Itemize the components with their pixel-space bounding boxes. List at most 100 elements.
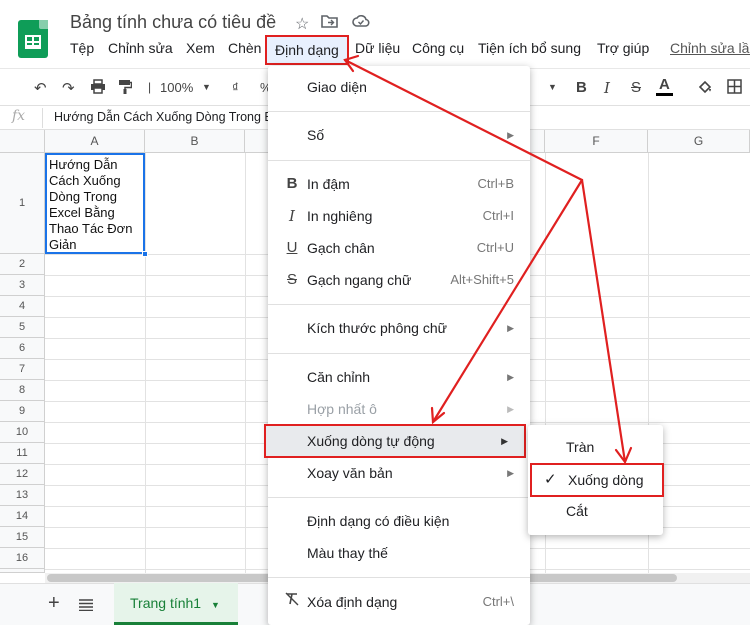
cell-a1-line: Dòng Trong [49, 189, 117, 204]
italic-icon: I [289, 207, 295, 225]
cell-a1[interactable]: Hướng Dẫn Cách Xuống Dòng Trong Excel Bằ… [45, 153, 145, 254]
submenu-item-label: Cắt [566, 503, 588, 519]
fx-label: fx [12, 108, 26, 124]
document-title[interactable]: Bảng tính chưa có tiêu đề [70, 12, 276, 33]
submenu-item-label: Xuống dòng [568, 472, 644, 488]
menu-item-label: Hợp nhất ô [307, 401, 377, 417]
row-header-4[interactable]: 4 [0, 296, 45, 317]
zoom-dropdown-icon[interactable]: ▼ [202, 82, 211, 92]
menu-item-theme[interactable]: Giao diện [268, 72, 530, 102]
add-sheet-icon[interactable]: + [48, 592, 60, 615]
check-icon: ✓ [544, 471, 557, 488]
sheet-tab-label: Trang tính1 [130, 595, 202, 611]
menu-edit[interactable]: Chỉnh sửa [108, 40, 173, 56]
menu-item-shortcut: Ctrl+\ [482, 594, 514, 609]
row-header-9[interactable]: 9 [0, 401, 45, 422]
borders-icon[interactable] [727, 79, 742, 98]
submenu-item-wrap[interactable]: ✓ Xuống dòng [530, 463, 664, 497]
row-header-10[interactable]: 10 [0, 422, 45, 443]
sheet-tab-dropdown-icon[interactable]: ▼ [211, 600, 220, 610]
menu-item-clear-formatting[interactable]: Xóa định dạng Ctrl+\ [268, 587, 530, 617]
menu-item-shortcut: Ctrl+U [476, 240, 514, 255]
menu-item-text-rotation[interactable]: Xoay văn bản ▶ [268, 458, 530, 488]
select-all-corner[interactable] [0, 130, 45, 153]
clear-format-icon [284, 587, 300, 617]
undo-icon[interactable]: ↶ [34, 79, 47, 97]
row-header-14[interactable]: 14 [0, 506, 45, 527]
row-header-1[interactable]: 1 [0, 153, 45, 254]
menu-item-label: Màu thay thế [307, 545, 388, 561]
currency-format-button[interactable]: ₫ [232, 80, 239, 95]
strikethrough-icon[interactable]: S [631, 79, 641, 96]
menu-item-number[interactable]: Số ▶ [268, 120, 530, 150]
menu-view[interactable]: Xem [186, 40, 215, 56]
text-color-icon[interactable]: A [656, 76, 673, 96]
formula-input[interactable]: Hướng Dẫn Cách Xuống Dòng Trong Excel [54, 110, 295, 124]
menu-item-font-size[interactable]: Kích thước phông chữ ▶ [268, 313, 530, 343]
submenu-arrow-icon: ▶ [507, 372, 514, 382]
menu-item-text-wrapping[interactable]: Xuống dòng tự động ▶ [264, 424, 526, 458]
redo-icon[interactable]: ↷ [62, 79, 75, 97]
underline-icon: U [286, 239, 298, 256]
last-edit-link[interactable]: Chỉnh sửa lần [670, 40, 750, 56]
menu-item-label: Giao diện [307, 79, 367, 95]
menu-item-bold[interactable]: B In đậm Ctrl+B [268, 169, 530, 199]
menu-format[interactable]: Định dạng [265, 35, 349, 65]
fill-handle[interactable] [142, 251, 148, 257]
menu-item-conditional-formatting[interactable]: Định dạng có điều kiện [268, 506, 530, 536]
row-header-3[interactable]: 3 [0, 275, 45, 296]
star-icon[interactable]: ☆ [295, 14, 309, 34]
menu-item-alternating-colors[interactable]: Màu thay thế [268, 538, 530, 568]
row-header-5[interactable]: 5 [0, 317, 45, 338]
submenu-item-clip[interactable]: Cắt [528, 497, 663, 525]
row-header-15[interactable]: 15 [0, 527, 45, 548]
menu-addons[interactable]: Tiện ích bổ sung [478, 40, 581, 56]
column-header-f[interactable]: F [545, 130, 648, 153]
cell-a1-line: Giản [49, 237, 77, 252]
menu-item-label: In nghiêng [307, 208, 373, 224]
column-header-b[interactable]: B [145, 130, 245, 153]
cell-a1-line: Cách Xuống [49, 173, 121, 188]
menu-item-italic[interactable]: I In nghiêng Ctrl+I [268, 201, 530, 231]
menu-insert[interactable]: Chèn [228, 40, 261, 56]
italic-icon[interactable]: I [604, 79, 610, 97]
font-size-dropdown-icon[interactable]: ▼ [548, 82, 557, 92]
row-header-13[interactable]: 13 [0, 485, 45, 506]
menu-item-merge-cells: Hợp nhất ô ▶ [268, 394, 530, 424]
row-header-8[interactable]: 8 [0, 380, 45, 401]
move-folder-icon[interactable] [321, 14, 338, 33]
menu-item-label: In đậm [307, 176, 350, 192]
menu-item-label: Số [307, 127, 325, 143]
submenu-arrow-icon: ▶ [501, 436, 508, 446]
menu-item-label: Gạch chân [307, 240, 375, 256]
all-sheets-icon[interactable] [79, 598, 93, 616]
cloud-status-icon[interactable] [352, 14, 370, 33]
row-header-6[interactable]: 6 [0, 338, 45, 359]
column-header-a[interactable]: A [45, 130, 145, 153]
row-header-16[interactable]: 16 [0, 548, 45, 569]
submenu-item-overflow[interactable]: Tràn [528, 433, 663, 461]
fill-color-icon[interactable] [697, 79, 713, 99]
row-header-12[interactable]: 12 [0, 464, 45, 485]
menu-item-strikethrough[interactable]: S Gạch ngang chữ Alt+Shift+5 [268, 265, 530, 295]
menu-file[interactable]: Tệp [70, 40, 94, 56]
row-header-2[interactable]: 2 [0, 254, 45, 275]
sheet-tab-active[interactable]: Trang tính1 ▼ [114, 583, 238, 625]
menu-item-label: Xuống dòng tự động [307, 433, 435, 449]
menu-item-label: Kích thước phông chữ [307, 320, 447, 336]
zoom-select[interactable]: 100% [160, 80, 193, 95]
row-header-7[interactable]: 7 [0, 359, 45, 380]
row-header-11[interactable]: 11 [0, 443, 45, 464]
bold-icon[interactable]: B [576, 79, 587, 96]
menu-data[interactable]: Dữ liệu [355, 40, 400, 56]
menu-tools[interactable]: Công cụ [412, 40, 464, 56]
paint-format-icon[interactable] [118, 79, 133, 99]
print-icon[interactable] [90, 79, 106, 98]
column-header-g[interactable]: G [648, 130, 750, 153]
menu-item-label: Định dạng có điều kiện [307, 513, 450, 529]
menu-item-align[interactable]: Căn chỉnh ▶ [268, 362, 530, 392]
submenu-arrow-icon: ▶ [507, 468, 514, 478]
menu-item-underline[interactable]: U Gạch chân Ctrl+U [268, 233, 530, 263]
menu-help[interactable]: Trợ giúp [597, 40, 649, 56]
bold-icon: B [286, 175, 298, 192]
